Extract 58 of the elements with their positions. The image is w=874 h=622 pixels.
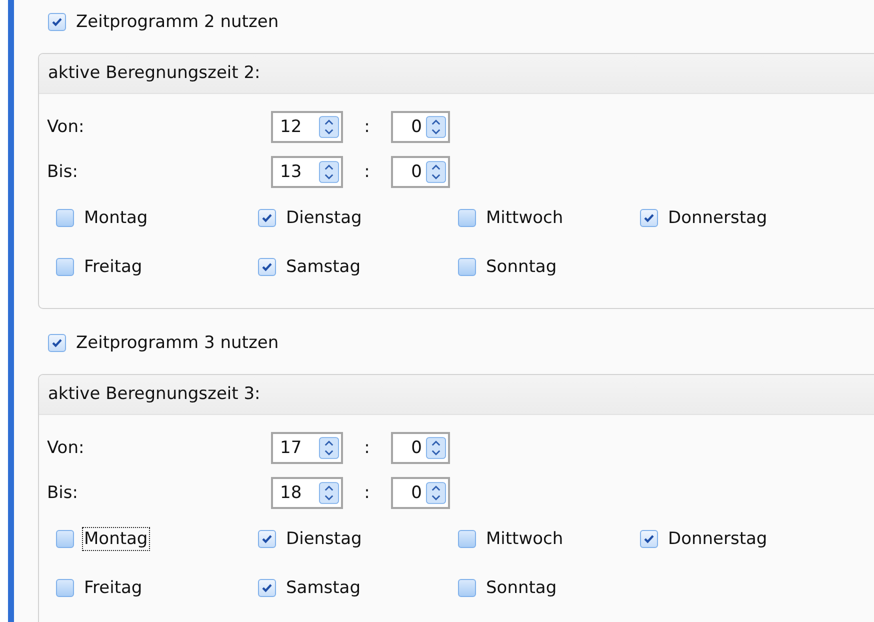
field-label: Von: — [46, 438, 86, 458]
spinner-field[interactable]: 18 — [271, 476, 343, 508]
checkbox-label[interactable]: Mittwoch — [484, 527, 566, 551]
checkbox[interactable] — [258, 258, 276, 276]
checkbox-label[interactable]: Donnerstag — [666, 527, 770, 551]
spin-arrows-icon[interactable] — [426, 436, 446, 460]
checkbox-label[interactable]: Freitag — [82, 255, 144, 279]
checkbox[interactable] — [458, 258, 476, 276]
checkbox-label[interactable]: Sonntag — [484, 576, 559, 600]
field-label: Von: — [46, 116, 86, 136]
spinner-field[interactable]: 0 — [391, 432, 450, 464]
spinner-field[interactable]: 0 — [391, 110, 450, 142]
group-title: aktive Beregnungszeit 3: — [39, 375, 874, 415]
spin-arrows-icon[interactable] — [319, 160, 339, 184]
spinner-field[interactable]: 17 — [271, 432, 343, 464]
checkbox-label[interactable]: Samstag — [284, 576, 362, 600]
checkbox-label[interactable]: Montag — [82, 206, 150, 230]
field-label: Bis: — [46, 162, 79, 182]
spinner-field[interactable]: 0 — [391, 476, 450, 508]
spin-arrows-icon[interactable] — [319, 436, 339, 460]
separator-colon: : — [363, 116, 371, 136]
spin-arrows-icon[interactable] — [426, 480, 446, 504]
checkbox-label[interactable]: Dienstag — [284, 206, 364, 230]
checkbox-label[interactable]: Dienstag — [284, 527, 364, 551]
checkbox[interactable] — [258, 530, 276, 548]
checkbox-label[interactable]: Sonntag — [484, 255, 559, 279]
checkbox-label[interactable]: Zeitprogramm 3 nutzen — [74, 331, 281, 355]
checkbox-label[interactable]: Mittwoch — [484, 206, 566, 230]
checkbox[interactable] — [258, 209, 276, 227]
separator-colon: : — [363, 162, 371, 182]
checkbox-label[interactable]: Donnerstag — [666, 206, 770, 230]
spin-arrows-icon[interactable] — [319, 114, 339, 138]
checkbox[interactable] — [56, 209, 74, 227]
separator-colon: : — [363, 482, 371, 502]
checkbox-label[interactable]: Zeitprogramm 2 nutzen — [74, 10, 281, 34]
checkbox[interactable] — [56, 258, 74, 276]
separator-colon: : — [363, 438, 371, 458]
checkbox-label[interactable]: Samstag — [284, 255, 362, 279]
checkbox[interactable] — [48, 334, 66, 352]
checkbox[interactable] — [458, 530, 476, 548]
spinner-field[interactable]: 12 — [271, 110, 343, 142]
spin-arrows-icon[interactable] — [426, 114, 446, 138]
checkbox[interactable] — [258, 579, 276, 597]
group-title: aktive Beregnungszeit 2: — [39, 54, 874, 94]
spin-arrows-icon[interactable] — [426, 160, 446, 184]
checkbox-label[interactable]: Freitag — [82, 576, 144, 600]
spinner-field[interactable]: 0 — [391, 156, 450, 188]
checkbox[interactable] — [48, 13, 66, 31]
checkbox[interactable] — [56, 579, 74, 597]
checkbox[interactable] — [458, 209, 476, 227]
checkbox[interactable] — [56, 530, 74, 548]
checkbox[interactable] — [458, 579, 476, 597]
field-label: Bis: — [46, 482, 79, 502]
checkbox-label[interactable]: Montag — [82, 527, 150, 551]
spin-arrows-icon[interactable] — [319, 480, 339, 504]
spinner-field[interactable]: 13 — [271, 156, 343, 188]
checkbox[interactable] — [640, 209, 658, 227]
checkbox[interactable] — [640, 530, 658, 548]
